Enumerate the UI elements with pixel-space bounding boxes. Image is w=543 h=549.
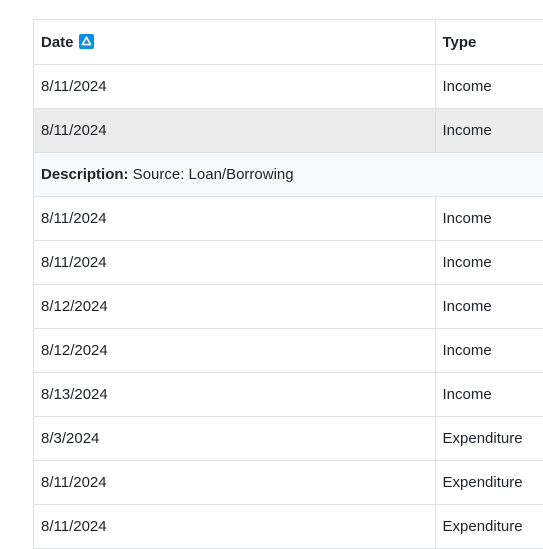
cell-date: 8/12/2024: [34, 284, 435, 329]
column-header-type-label: Type: [442, 33, 477, 51]
table-row-expanded[interactable]: 8/11/2024 Income: [34, 108, 543, 153]
cell-type: Income: [434, 240, 543, 285]
cell-date: 8/11/2024: [34, 196, 435, 241]
transactions-table: Date Type 8/11/2024 Income 8/11/2024 Inc…: [34, 20, 543, 549]
cell-type: Income: [434, 284, 543, 329]
cell-type: Expenditure: [434, 504, 543, 549]
column-header-date-label: Date: [41, 33, 74, 51]
table-row[interactable]: 8/3/2024 Expenditure: [34, 416, 543, 461]
detail-value: Source: Loan/Borrowing: [128, 166, 294, 183]
table-row[interactable]: 8/11/2024 Expenditure: [34, 460, 543, 505]
table-row[interactable]: 8/12/2024 Income: [34, 328, 543, 373]
cell-date: 8/12/2024: [34, 328, 435, 373]
cell-date: 8/11/2024: [34, 108, 435, 153]
table-row[interactable]: 8/12/2024 Income: [34, 284, 543, 329]
cell-date: 8/13/2024: [34, 372, 435, 417]
cell-date: 8/3/2024: [34, 416, 435, 461]
cell-type: Expenditure: [434, 460, 543, 505]
cell-date: 8/11/2024: [34, 64, 435, 109]
column-header-date[interactable]: Date: [34, 20, 435, 65]
table-header-row: Date Type: [34, 20, 543, 65]
table-row[interactable]: 8/11/2024 Income: [34, 64, 543, 109]
detail-label: Description:: [41, 166, 129, 183]
table-row[interactable]: 8/11/2024 Income: [34, 240, 543, 285]
cell-date: 8/11/2024: [34, 460, 435, 505]
cell-date: 8/11/2024: [34, 504, 435, 549]
cell-type: Income: [434, 328, 543, 373]
cell-type: Income: [434, 108, 543, 153]
cell-type: Expenditure: [434, 416, 543, 461]
sort-ascending-icon[interactable]: [78, 33, 94, 49]
column-header-type[interactable]: Type: [434, 20, 543, 65]
table-row[interactable]: 8/13/2024 Income: [34, 372, 543, 417]
cell-date: 8/11/2024: [34, 240, 435, 285]
cell-type: Income: [434, 196, 543, 241]
table-row-detail: Description: Source: Loan/Borrowing: [34, 152, 543, 197]
detail-cell: Description: Source: Loan/Borrowing: [34, 152, 543, 197]
transactions-table-container: Date Type 8/11/2024 Income 8/11/2024 Inc…: [33, 19, 543, 549]
cell-type: Income: [434, 64, 543, 109]
table-row[interactable]: 8/11/2024 Income: [34, 196, 543, 241]
cell-type: Income: [434, 372, 543, 417]
table-row[interactable]: 8/11/2024 Expenditure: [34, 504, 543, 549]
